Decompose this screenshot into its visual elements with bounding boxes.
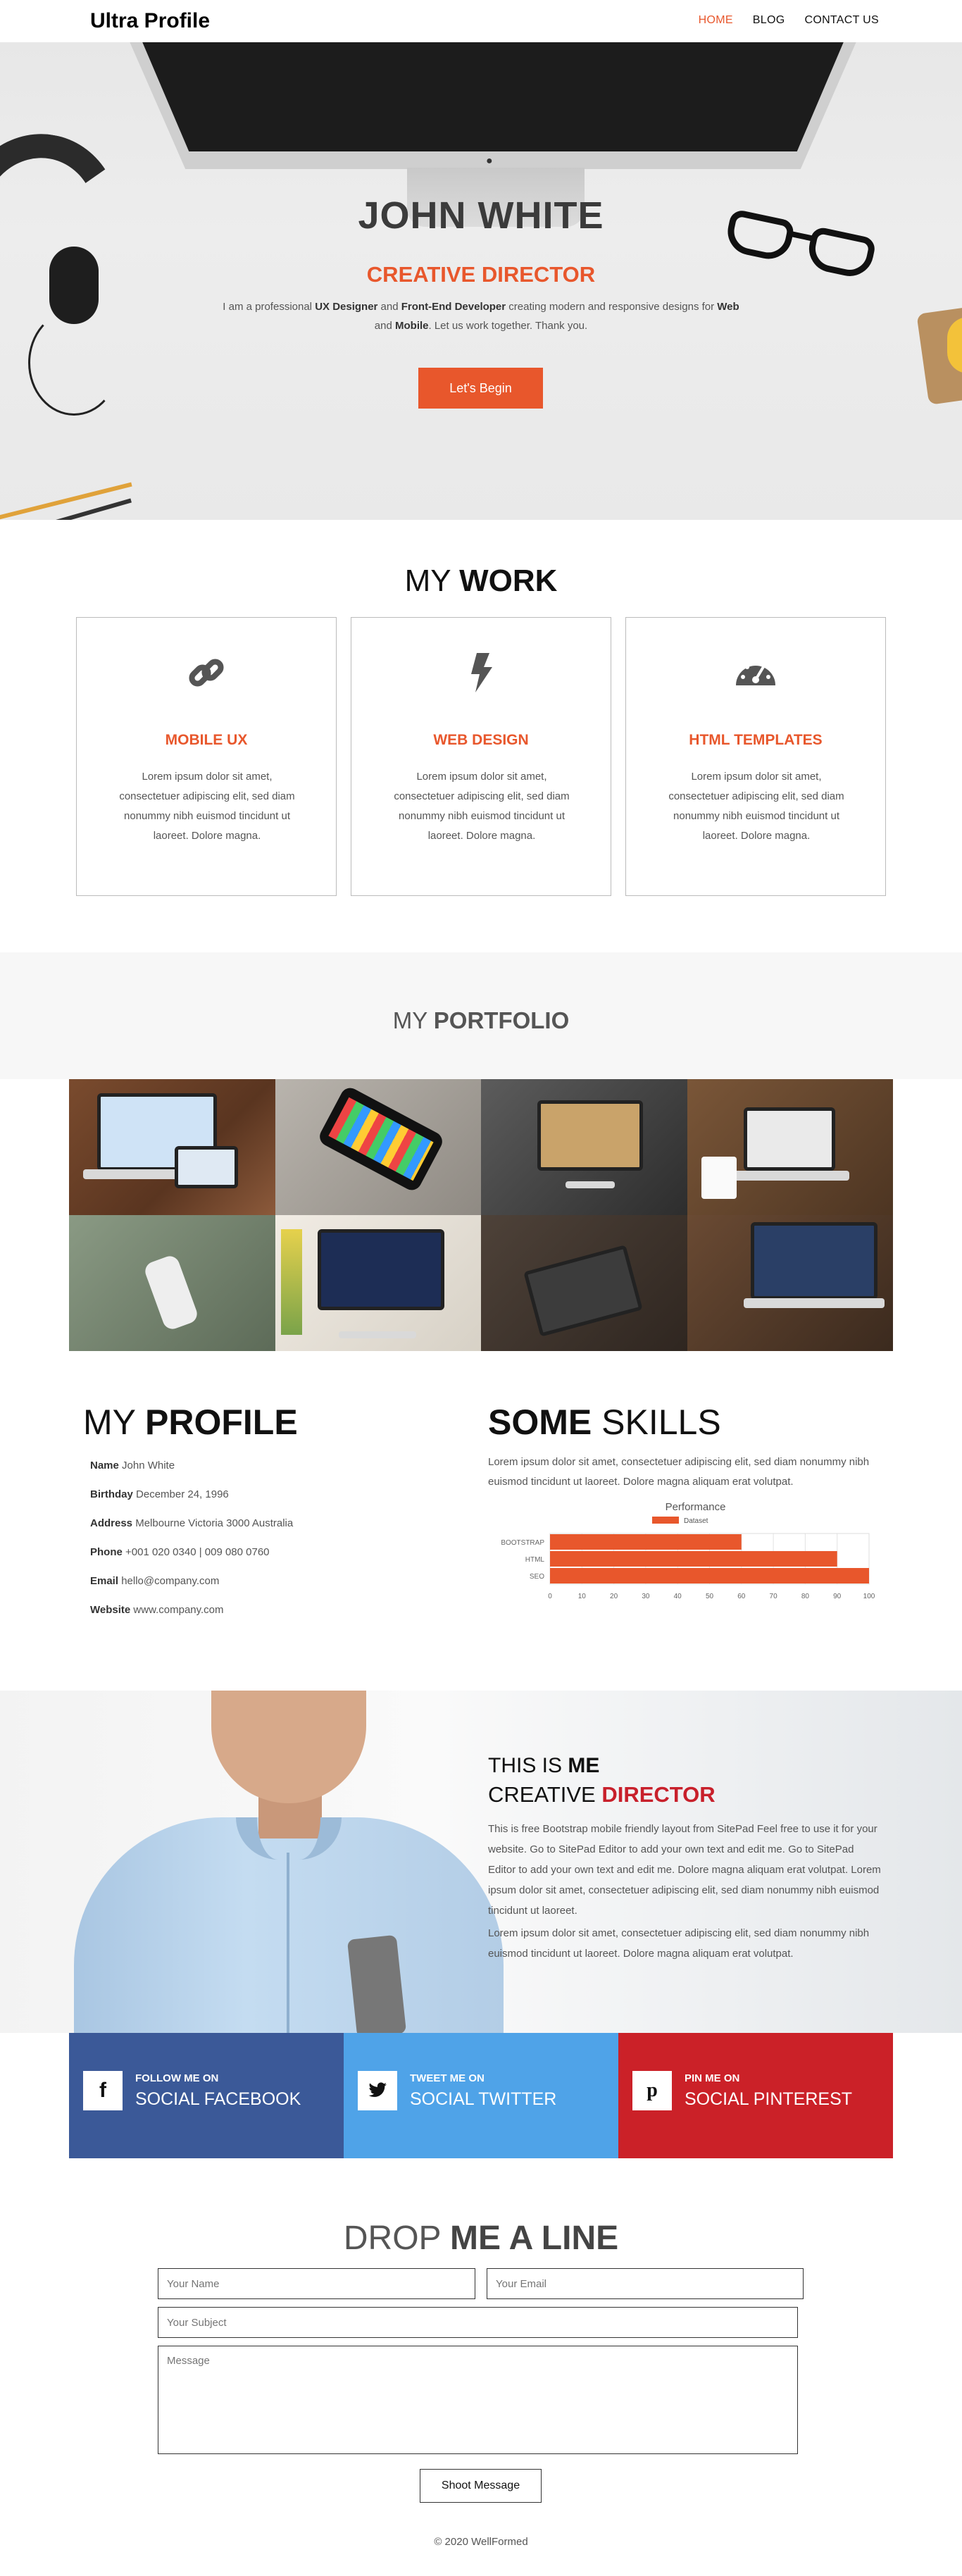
profile-section-title: MY PROFILE — [83, 1402, 298, 1442]
profile-details: Name John White Birthday December 24, 19… — [90, 1460, 442, 1633]
headphone-cable-image — [28, 310, 120, 416]
x-tick-label: 30 — [642, 1593, 650, 1600]
portfolio-item[interactable] — [275, 1215, 481, 1351]
top-navbar: Ultra Profile HOME BLOG CONTACT US — [0, 0, 962, 42]
about-paragraph: Lorem ipsum dolor sit amet, consectetuer… — [488, 1927, 870, 1960]
social-title: SOCIAL TWITTER — [410, 2089, 557, 2109]
shoot-message-button[interactable]: Shoot Message — [420, 2469, 542, 2503]
pinterest-icon: p — [632, 2071, 672, 2110]
bar — [550, 1551, 837, 1567]
profile-row-website: Website www.company.com — [90, 1604, 224, 1616]
skills-section-title: SOME SKILLS — [488, 1402, 721, 1442]
nav-blog-link[interactable]: BLOG — [753, 14, 785, 27]
skills-description: Lorem ipsum dolor sit amet, consectetuer… — [488, 1456, 870, 1488]
work-card-title: HTML TEMPLATES — [689, 732, 823, 748]
pencil-image — [0, 482, 132, 520]
profile-row-email: Email hello@company.com — [90, 1575, 220, 1587]
x-tick-label: 20 — [610, 1593, 618, 1600]
social-title: SOCIAL PINTEREST — [685, 2089, 853, 2109]
subject-input[interactable] — [158, 2307, 798, 2338]
x-tick-label: 10 — [578, 1593, 587, 1600]
apple-logo-icon: ● — [486, 155, 493, 167]
work-card-web-design: WEB DESIGN Lorem ipsum dolor sit amet, c… — [351, 617, 611, 896]
portrait-image — [74, 1691, 504, 2033]
email-input[interactable] — [487, 2268, 804, 2299]
x-tick-label: 40 — [674, 1593, 682, 1600]
social-title: SOCIAL FACEBOOK — [135, 2089, 301, 2109]
y-tick-label: HTML — [525, 1556, 545, 1564]
social-twitter-tile[interactable]: TWEET ME ON SOCIAL TWITTER — [344, 2033, 618, 2158]
profile-row-address: Address Melbourne Victoria 3000 Australi… — [90, 1517, 294, 1529]
work-card-mobile-ux: MOBILE UX Lorem ipsum dolor sit amet, co… — [76, 617, 337, 896]
social-pinterest-tile[interactable]: p PIN ME ON SOCIAL PINTEREST — [618, 2033, 893, 2158]
portfolio-item[interactable] — [687, 1079, 893, 1215]
skills-chart: Performance Dataset 0 10 20 30 40 50 60 70 80 90 100… — [501, 1501, 875, 1600]
x-tick-label: 60 — [737, 1593, 746, 1600]
chart-title: Performance — [666, 1501, 726, 1513]
hero-description: I am a professional UX Designer and Fron… — [223, 301, 739, 332]
profile-row-birthday: Birthday December 24, 1996 — [90, 1488, 229, 1500]
legend-label: Dataset — [684, 1517, 708, 1525]
bolt-icon — [351, 652, 611, 697]
social-caption: PIN ME ON — [685, 2072, 740, 2084]
hero-role: CREATIVE DIRECTOR — [366, 262, 596, 287]
legend-swatch — [652, 1517, 679, 1524]
portfolio-section-title: MY PORTFOLIO — [392, 1007, 570, 1033]
portfolio-item[interactable] — [275, 1079, 481, 1215]
about-heading: THIS IS ME — [488, 1754, 600, 1777]
portfolio-item[interactable] — [687, 1215, 893, 1351]
facebook-icon: f — [83, 2071, 123, 2110]
nav-menu: HOME BLOG CONTACT US — [699, 14, 879, 27]
x-tick-label: 80 — [801, 1593, 810, 1600]
lets-begin-button[interactable]: Let's Begin — [418, 368, 543, 409]
name-input[interactable] — [158, 2268, 475, 2299]
bar — [550, 1568, 869, 1583]
work-card-text: Lorem ipsum dolor sit amet, consectetuer… — [394, 771, 570, 842]
portfolio-item[interactable] — [69, 1079, 275, 1215]
work-section-title: MY WORK — [404, 564, 558, 598]
nav-home-link[interactable]: HOME — [699, 14, 733, 27]
work-card-text: Lorem ipsum dolor sit amet, consectetuer… — [668, 771, 844, 842]
work-card-title: WEB DESIGN — [433, 732, 529, 748]
brand-logo[interactable]: Ultra Profile — [90, 9, 210, 33]
x-tick-label: 100 — [863, 1593, 875, 1600]
about-paragraph: This is free Bootstrap mobile friendly l… — [488, 1823, 881, 1917]
portfolio-item[interactable] — [69, 1215, 275, 1351]
contact-section-title: DROP ME A LINE — [343, 2220, 619, 2257]
work-card-text: Lorem ipsum dolor sit amet, consectetuer… — [119, 771, 295, 842]
message-textarea[interactable] — [158, 2346, 798, 2454]
work-card-title: MOBILE UX — [165, 732, 248, 748]
work-card-html-templates: HTML TEMPLATES Lorem ipsum dolor sit ame… — [625, 617, 886, 896]
portfolio-item[interactable] — [481, 1215, 687, 1351]
dashboard-icon — [626, 652, 885, 697]
social-caption: FOLLOW ME ON — [135, 2072, 219, 2084]
hero-name: JOHN WHITE — [358, 194, 604, 237]
portfolio-grid — [69, 1079, 893, 1351]
bar — [550, 1534, 742, 1550]
twitter-icon — [358, 2071, 397, 2110]
x-tick-label: 90 — [833, 1593, 842, 1600]
x-tick-label: 50 — [706, 1593, 714, 1600]
y-tick-label: SEO — [530, 1573, 544, 1581]
footer-copyright: © 2020 WellFormed — [434, 2536, 528, 2548]
link-icon — [77, 652, 336, 697]
about-subheading: CREATIVE DIRECTOR — [488, 1782, 716, 1807]
x-tick-label: 0 — [548, 1593, 552, 1600]
social-caption: TWEET ME ON — [410, 2072, 485, 2084]
social-facebook-tile[interactable]: f FOLLOW ME ON SOCIAL FACEBOOK — [69, 2033, 344, 2158]
y-tick-label: BOOTSTRAP — [501, 1539, 544, 1547]
nav-contact-link[interactable]: CONTACT US — [804, 14, 879, 27]
x-tick-label: 70 — [770, 1593, 778, 1600]
portfolio-item[interactable] — [481, 1079, 687, 1215]
hero-monitor-screen — [139, 42, 847, 151]
profile-row-name: Name John White — [90, 1460, 175, 1471]
profile-row-phone: Phone +001 020 0340 | 009 080 0760 — [90, 1546, 270, 1558]
